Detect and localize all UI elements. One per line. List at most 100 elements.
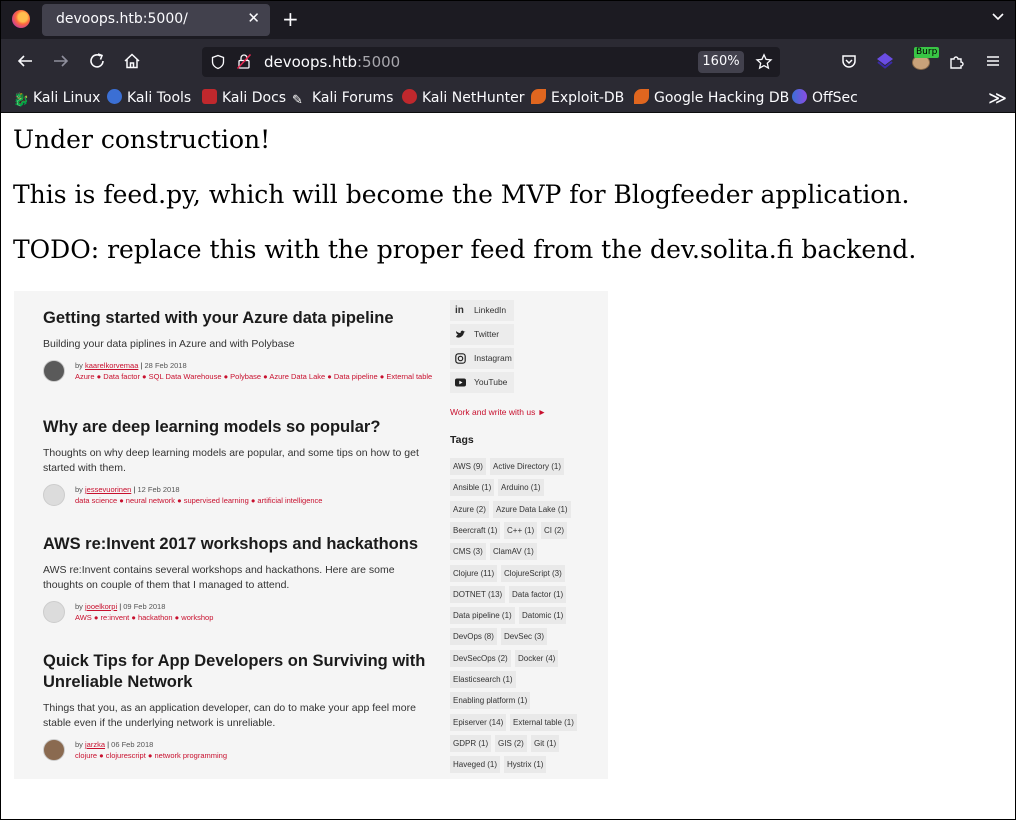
kali-forums-icon: ✎ (292, 93, 303, 108)
bookmark-kali-tools[interactable]: Kali Tools (107, 89, 191, 107)
home-button[interactable] (122, 51, 142, 71)
tag-chip: Arduino (1) (498, 479, 544, 497)
tag-chip: Docker (4) (515, 649, 559, 667)
heading-under-construction: Under construction! (13, 125, 271, 154)
zoom-level-button[interactable]: 160% (698, 51, 744, 73)
star-bookmark-icon[interactable] (755, 53, 773, 71)
social-label: Instagram (474, 353, 512, 363)
shield-icon[interactable] (210, 54, 226, 70)
feed-post: Why are deep learning models so popular?… (43, 417, 433, 508)
bookmark-kali-forums[interactable]: ✎ Kali Forums (292, 89, 394, 108)
post-author: jarzka (85, 740, 106, 749)
tag-chip: Git (1) (531, 734, 560, 752)
insecure-lock-icon[interactable] (236, 53, 252, 70)
firefox-logo-icon[interactable] (12, 10, 30, 28)
bookmark-kali-nethunter[interactable]: Kali NetHunter (402, 89, 524, 107)
post-date: 09 Feb 2018 (123, 602, 166, 611)
bookmark-label: Exploit-DB (551, 90, 625, 106)
reload-button[interactable] (87, 51, 107, 71)
navigation-toolbar: devoops.htb:5000 160% Burp (1, 39, 1015, 83)
burp-extension-icon[interactable]: Burp (911, 47, 940, 71)
social-label: Twitter (474, 329, 500, 339)
post-date: 06 Feb 2018 (111, 740, 154, 749)
kali-dragon-icon: 🐉 (13, 93, 30, 108)
url-text[interactable]: devoops.htb:5000 (264, 53, 400, 71)
paragraph-feed-description: This is feed.py, which will become the M… (13, 180, 910, 209)
pocket-icon[interactable] (839, 51, 859, 71)
post-title: Getting started with your Azure data pip… (43, 309, 394, 327)
tags-heading: Tags (450, 434, 474, 446)
bookmark-label: Google Hacking DB (654, 90, 790, 106)
social-label: LinkedIn (474, 305, 507, 315)
tab-title: devoops.htb:5000/ (56, 11, 188, 27)
paragraph-todo: TODO: replace this with the proper feed … (13, 235, 917, 264)
bookmark-kali-linux[interactable]: 🐉 Kali Linux (13, 89, 101, 108)
extension-layers-icon[interactable] (875, 51, 895, 71)
ghdb-icon (634, 89, 649, 104)
youtube-icon (455, 378, 466, 387)
post-description: Things that you, as an application devel… (43, 702, 416, 729)
tag-chip: Active Directory (1) (490, 458, 565, 475)
close-tab-icon[interactable]: ✕ (247, 9, 260, 27)
bookmark-label: OffSec (812, 90, 858, 106)
new-tab-button[interactable]: + (282, 7, 299, 31)
burp-badge: Burp (914, 47, 940, 58)
tag-chip: Enabling platform (1) (450, 692, 531, 710)
bookmark-exploit-db[interactable]: Exploit-DB (531, 89, 624, 107)
tag-chip: GIS (2) (495, 734, 527, 752)
tag-chip: Azure (2) (450, 500, 489, 518)
post-title: Why are deep learning models so popular? (43, 418, 381, 436)
post-title: Quick Tips for App Developers on Survivi… (43, 652, 426, 691)
bookmark-label: Kali Docs (222, 90, 287, 106)
post-author: kaarelkorvemaa (85, 361, 139, 370)
bookmark-offsec[interactable]: OffSec (792, 89, 858, 107)
bookmark-label: Kali NetHunter (422, 90, 525, 106)
post-meta: by jarzka | 06 Feb 2018 clojure ● clojur… (43, 739, 433, 763)
tab-bar: devoops.htb:5000/ ✕ + (1, 1, 1015, 39)
chevron-right-overflow-icon[interactable]: ≫ (988, 88, 1007, 109)
page-content: Under construction! This is feed.py, whi… (1, 113, 1015, 819)
tag-chip: C++ (1) (504, 521, 538, 539)
bookmark-label: Kali Linux (33, 90, 101, 106)
bookmark-google-hacking-db[interactable]: Google Hacking DB (634, 89, 789, 107)
social-twitter: Twitter (450, 324, 514, 345)
tag-chip: ClamAV (1) (490, 543, 537, 561)
feed-screenshot-image: Getting started with your Azure data pip… (14, 291, 608, 779)
instagram-icon (455, 353, 466, 364)
extensions-puzzle-icon[interactable] (947, 51, 967, 71)
post-tags: clojure ● clojurescript ● network progra… (75, 751, 228, 760)
back-button[interactable] (15, 51, 35, 71)
hamburger-menu-icon[interactable] (983, 51, 1003, 71)
post-date: 12 Feb 2018 (137, 485, 180, 494)
tag-chip: Elasticsearch (1) (450, 671, 516, 688)
tag-chip: GDPR (1) (450, 734, 492, 752)
feed-post: Quick Tips for App Developers on Survivi… (43, 651, 433, 763)
post-description: AWS re:Invent contains several workshops… (43, 564, 395, 591)
bookmark-label: Kali Tools (127, 90, 192, 106)
kali-tools-icon (107, 89, 122, 104)
browser-window: devoops.htb:5000/ ✕ + devoops.htb:5000 1… (0, 0, 1016, 820)
url-port: :5000 (357, 53, 401, 71)
kali-nethunter-icon (402, 89, 417, 104)
address-bar[interactable]: devoops.htb:5000 160% (202, 47, 780, 77)
chevron-down-icon[interactable] (991, 10, 1005, 24)
author-avatar (43, 484, 65, 506)
post-meta: by jessevuorinen | 12 Feb 2018 data scie… (43, 484, 433, 508)
bookmark-label: Kali Forums (312, 90, 394, 106)
post-byline: by kaarelkorvemaa | 28 Feb 2018 (75, 361, 187, 370)
kali-docs-icon (202, 89, 217, 104)
work-and-write-link: Work and write with us ► (450, 407, 547, 417)
forward-button[interactable] (51, 51, 71, 71)
social-instagram: Instagram (450, 348, 514, 369)
social-youtube: YouTube (450, 372, 514, 393)
post-description: Building your data piplines in Azure and… (43, 338, 295, 350)
tag-chip: CI (2) (541, 521, 567, 539)
bookmark-kali-docs[interactable]: Kali Docs (202, 89, 286, 107)
post-author: jessevuorinen (85, 485, 132, 494)
by-label: by (75, 485, 83, 494)
post-tags: data science ● neural network ● supervis… (75, 496, 323, 505)
feed-post: Getting started with your Azure data pip… (43, 308, 433, 384)
tag-chip: Hystrix (1) (504, 756, 547, 774)
post-byline: by jarzka | 06 Feb 2018 (75, 740, 154, 749)
tab-active[interactable]: devoops.htb:5000/ ✕ (42, 4, 270, 36)
